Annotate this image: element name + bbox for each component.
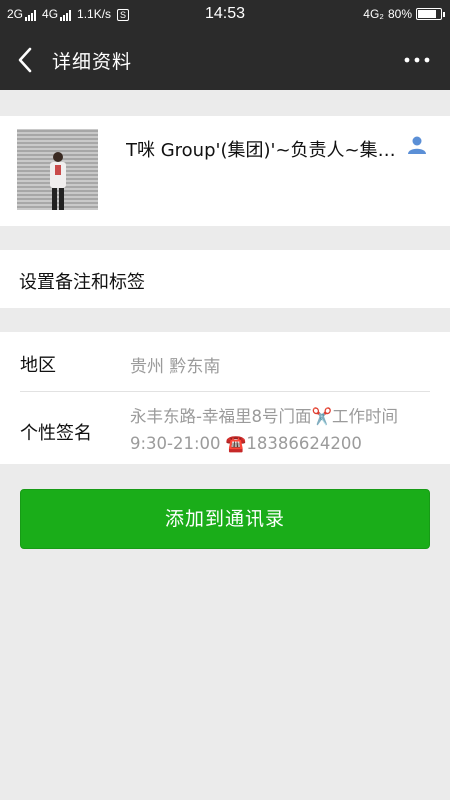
profile-name: T咪 Group'(集团)'~负责人~集团总监 [126,140,396,161]
nav-bar: 详细资料 [0,30,450,90]
person-icon [408,136,426,154]
more-dots-icon[interactable] [402,48,432,72]
signature-label: 个性签名 [20,423,92,444]
person-photo-icon [50,152,66,210]
status-right: 4G₂ 80% [363,7,445,21]
page-title: 详细资料 [52,51,133,73]
chevron-left-icon[interactable] [12,44,42,76]
region-label: 地区 [20,355,56,376]
network-4g2-label: 4G₂ [363,7,384,21]
add-to-contacts-button[interactable]: 添加到通讯录 [20,489,430,549]
region-value: 贵州 黔东南 [130,357,221,377]
info-card: 地区 贵州 黔东南 个性签名 永丰东路-幸福里8号门面✂️工作时间9:30-21… [0,332,450,464]
battery-icon [416,8,445,20]
profile-card: T咪 Group'(集团)'~负责人~集团总监 [0,116,450,226]
divider [20,391,430,392]
battery-percent: 80% [387,7,412,21]
status-bar: 2G 4G 1.1K/s S 14:53 4G₂ 80% [0,0,450,30]
set-remark-row[interactable]: 设置备注和标签 [0,250,450,308]
avatar[interactable] [17,129,98,210]
battery-fill [418,10,436,18]
set-remark-label: 设置备注和标签 [19,272,145,293]
signature-value: 永丰东路-幸福里8号门面✂️工作时间9:30-21:00 ☎️183866242… [130,407,398,453]
